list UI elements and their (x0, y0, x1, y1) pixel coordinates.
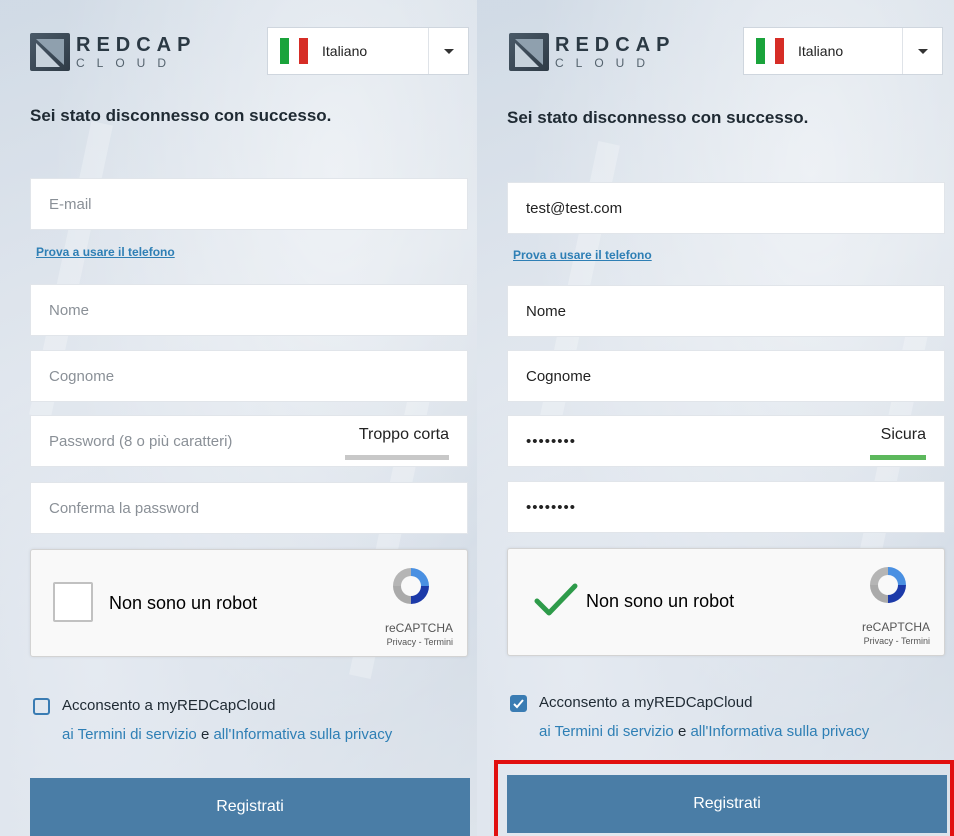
language-select[interactable]: Italiano (267, 27, 469, 75)
check-icon[interactable] (534, 583, 578, 617)
last-name-field[interactable]: Cognome (30, 350, 468, 402)
recaptcha-widget: Non sono un robot reCAPTCHA Privacy - Te… (30, 549, 468, 657)
password-strength-label: Troppo corta (358, 426, 449, 443)
consent-text: Acconsento a myREDCapCloud (62, 697, 276, 714)
consent-checkbox[interactable] (33, 698, 50, 715)
confirm-password-placeholder: Conferma la password (49, 499, 200, 517)
email-field[interactable]: test@test.com (507, 182, 945, 234)
language-label: Italiano (798, 43, 844, 59)
logo-text-bottom: CLOUD (555, 56, 658, 70)
language-select[interactable]: Italiano (743, 27, 943, 75)
checkmark-icon (513, 699, 524, 709)
redcap-cloud-logo: REDCAP CLOUD (509, 30, 675, 74)
consent-checkbox[interactable] (510, 695, 527, 712)
password-strength-bar (345, 455, 449, 460)
terms-of-service-link[interactable]: ai Termini di servizio (62, 726, 197, 743)
recaptcha-brand: reCAPTCHA (384, 621, 453, 635)
first-name-field[interactable]: Nome (30, 284, 468, 336)
confirm-password-value: •••••••• (526, 498, 577, 516)
password-field[interactable]: •••••••• Sicura (507, 415, 945, 467)
last-name-value: Cognome (526, 367, 592, 385)
password-strength-bar (870, 455, 926, 460)
logo-text-top: REDCAP (76, 34, 197, 56)
left-signup-panel: REDCAP CLOUD Italiano Sei stato disconne… (0, 0, 477, 836)
first-name-field[interactable]: Nome (507, 285, 945, 337)
privacy-policy-link[interactable]: all'Informativa sulla privacy (690, 723, 869, 740)
italy-flag-icon (756, 38, 784, 64)
chevron-down-icon[interactable] (428, 28, 468, 74)
italy-flag-icon (280, 38, 308, 64)
privacy-policy-link[interactable]: all'Informativa sulla privacy (213, 726, 392, 743)
logout-message: Sei stato disconnesso con successo. (507, 108, 809, 127)
logo-mark-icon (509, 33, 549, 71)
password-value: •••••••• (526, 432, 577, 450)
consent-and-text: e (677, 723, 687, 740)
consent-text: Acconsento a myREDCapCloud (539, 694, 753, 711)
email-placeholder: E-mail (49, 195, 92, 213)
right-signup-panel: REDCAP CLOUD Italiano Sei stato disconne… (477, 0, 954, 836)
email-field[interactable]: E-mail (30, 178, 468, 230)
try-phone-link[interactable]: Prova a usare il telefono (513, 248, 652, 262)
last-name-field[interactable]: Cognome (507, 350, 945, 402)
recaptcha-links[interactable]: Privacy - Termini (387, 637, 453, 647)
consent-links-line: ai Termini di servizio e all'Informativa… (62, 726, 392, 743)
recaptcha-logo-icon (393, 568, 429, 604)
recaptcha-links[interactable]: Privacy - Termini (864, 636, 930, 646)
recaptcha-logo-icon (870, 567, 906, 603)
logo-text-top: REDCAP (555, 34, 676, 56)
password-field[interactable]: Password (8 o più caratteri) Troppo cort… (30, 415, 468, 467)
register-button-highlight (494, 760, 954, 836)
confirm-password-field[interactable]: •••••••• (507, 481, 945, 533)
confirm-password-field[interactable]: Conferma la password (30, 482, 468, 534)
language-label: Italiano (322, 43, 368, 59)
redcap-cloud-logo: REDCAP CLOUD (30, 30, 196, 74)
logo-mark-icon (30, 33, 70, 71)
email-value: test@test.com (526, 199, 623, 217)
terms-of-service-link[interactable]: ai Termini di servizio (539, 723, 674, 740)
password-placeholder: Password (8 o più caratteri) (49, 432, 233, 450)
first-name-placeholder: Nome (49, 301, 90, 319)
consent-and-text: e (200, 726, 210, 743)
recaptcha-brand: reCAPTCHA (861, 620, 930, 634)
logout-message: Sei stato disconnesso con successo. (30, 106, 332, 125)
logo-text-bottom: CLOUD (76, 56, 179, 70)
consent-links-line: ai Termini di servizio e all'Informativa… (539, 723, 869, 740)
try-phone-link[interactable]: Prova a usare il telefono (36, 245, 175, 259)
password-strength-label: Sicura (880, 426, 926, 443)
register-button[interactable]: Registrati (30, 778, 470, 836)
recaptcha-label: Non sono un robot (109, 593, 258, 613)
last-name-placeholder: Cognome (49, 367, 115, 385)
recaptcha-widget: Non sono un robot reCAPTCHA Privacy - Te… (507, 548, 945, 656)
recaptcha-label: Non sono un robot (586, 591, 735, 611)
chevron-down-icon[interactable] (902, 28, 942, 74)
recaptcha-checkbox[interactable] (53, 582, 93, 622)
first-name-value: Nome (526, 302, 567, 320)
